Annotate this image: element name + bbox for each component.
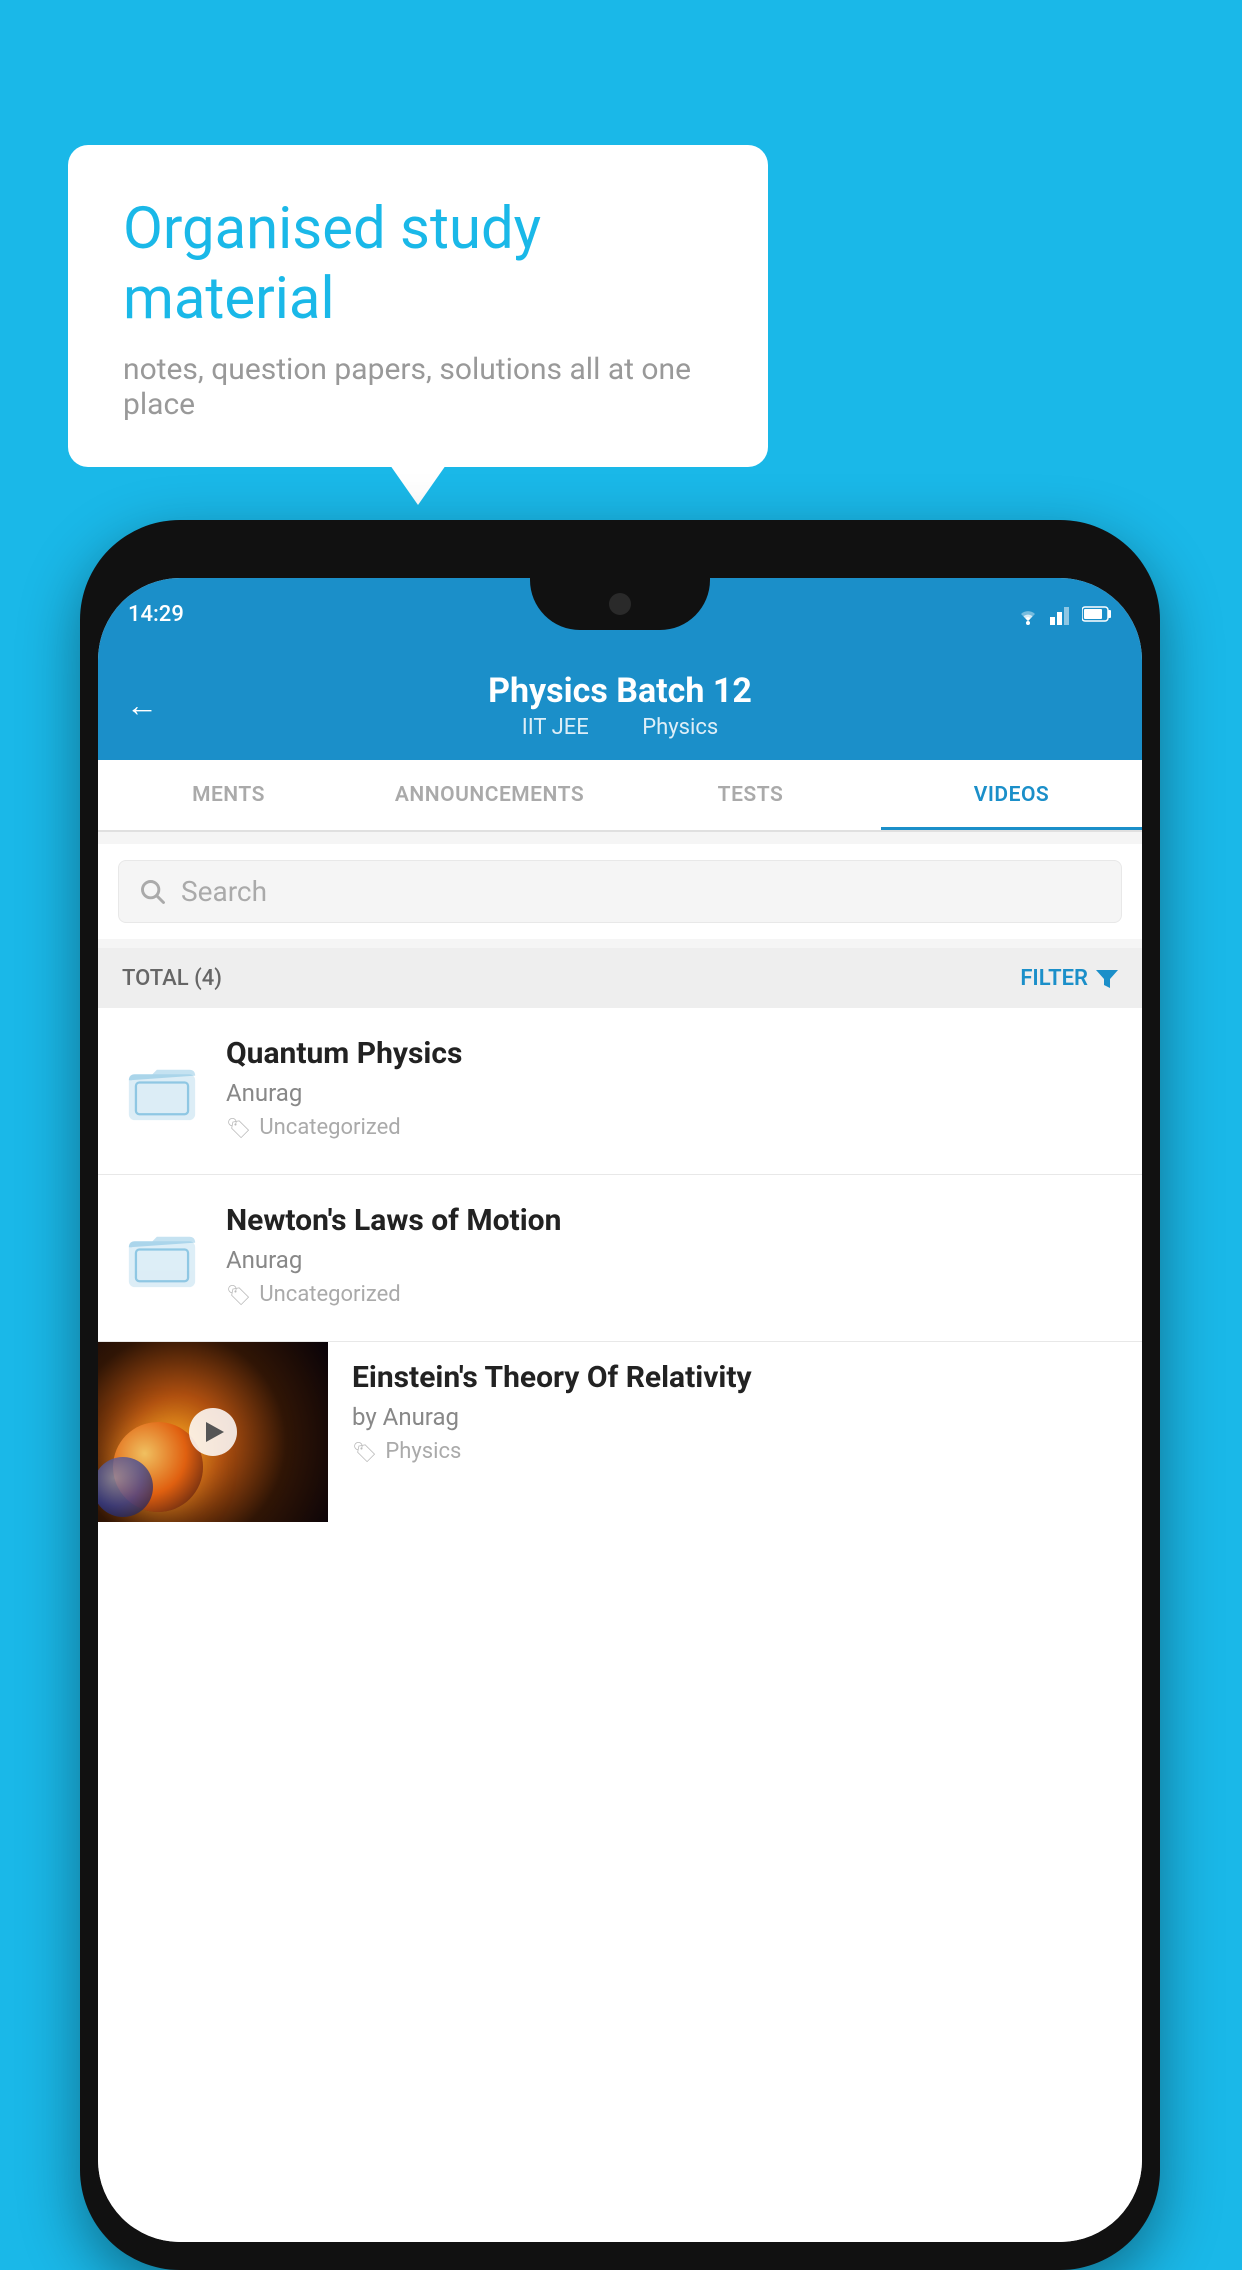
video-thumbnail-3 bbox=[98, 1342, 328, 1522]
tag-icon-2: 🏷 bbox=[226, 1283, 251, 1307]
video-author-2: Anurag bbox=[226, 1246, 1118, 1274]
video-title-1: Quantum Physics bbox=[226, 1036, 1118, 1071]
camera bbox=[609, 593, 631, 615]
search-container: Search bbox=[98, 844, 1142, 939]
video-author-3: by Anurag bbox=[352, 1403, 1142, 1431]
video-info-2: Newton's Laws of Motion Anurag 🏷 Uncateg… bbox=[226, 1203, 1118, 1307]
tab-tests[interactable]: TESTS bbox=[620, 760, 881, 830]
wifi-icon bbox=[1014, 603, 1042, 625]
notch bbox=[530, 578, 710, 630]
video-title-3: Einstein's Theory Of Relativity bbox=[352, 1360, 1142, 1395]
list-item[interactable]: Einstein's Theory Of Relativity by Anura… bbox=[98, 1342, 1142, 1550]
video-tag-3: 🏷 Physics bbox=[352, 1439, 1142, 1464]
phone-screen: 14:29 bbox=[98, 578, 1142, 2242]
video-tag-1: 🏷 Uncategorized bbox=[226, 1115, 1118, 1140]
total-count: TOTAL (4) bbox=[122, 966, 222, 991]
back-button[interactable]: ← bbox=[126, 686, 158, 724]
tag-icon-1: 🏷 bbox=[226, 1116, 251, 1140]
tabs-bar: MENTS ANNOUNCEMENTS TESTS VIDEOS bbox=[98, 760, 1142, 832]
video-tag-2: 🏷 Uncategorized bbox=[226, 1282, 1118, 1307]
video-info-1: Quantum Physics Anurag 🏷 Uncategorized bbox=[226, 1036, 1118, 1140]
signal-icon bbox=[1050, 603, 1074, 625]
subtitle-iitjee: IIT JEE bbox=[522, 715, 589, 740]
speech-bubble: Organised study material notes, question… bbox=[68, 145, 768, 467]
search-input[interactable]: Search bbox=[181, 875, 267, 908]
tab-announcements[interactable]: ANNOUNCEMENTS bbox=[359, 760, 620, 830]
video-title-2: Newton's Laws of Motion bbox=[226, 1203, 1118, 1238]
app-header: ← Physics Batch 12 IIT JEE Physics bbox=[98, 650, 1142, 760]
subtitle-physics: Physics bbox=[642, 715, 718, 740]
video-author-1: Anurag bbox=[226, 1079, 1118, 1107]
status-time: 14:29 bbox=[128, 602, 184, 627]
speech-bubble-title: Organised study material bbox=[123, 195, 713, 334]
filter-row: TOTAL (4) FILTER bbox=[98, 948, 1142, 1008]
search-input-wrapper[interactable]: Search bbox=[118, 860, 1122, 923]
content-area: Quantum Physics Anurag 🏷 Uncategorized bbox=[98, 1008, 1142, 2242]
battery-icon bbox=[1082, 605, 1112, 623]
header-title: Physics Batch 12 bbox=[488, 671, 752, 711]
tag-icon-3: 🏷 bbox=[352, 1440, 377, 1464]
status-bar: 14:29 bbox=[98, 578, 1142, 650]
filter-icon bbox=[1096, 968, 1118, 988]
speech-bubble-subtitle: notes, question papers, solutions all at… bbox=[123, 352, 713, 422]
tab-videos[interactable]: VIDEOS bbox=[881, 760, 1142, 830]
play-icon bbox=[206, 1422, 224, 1442]
phone-frame: 14:29 bbox=[80, 520, 1160, 2270]
list-item[interactable]: Newton's Laws of Motion Anurag 🏷 Uncateg… bbox=[98, 1175, 1142, 1342]
video-thumbnail-1 bbox=[122, 1036, 202, 1146]
play-button[interactable] bbox=[189, 1408, 237, 1456]
list-item[interactable]: Quantum Physics Anurag 🏷 Uncategorized bbox=[98, 1008, 1142, 1175]
folder-icon bbox=[128, 1224, 196, 1292]
filter-button[interactable]: FILTER bbox=[1020, 966, 1118, 991]
video-thumbnail-2 bbox=[122, 1203, 202, 1313]
video-info-3: Einstein's Theory Of Relativity by Anura… bbox=[352, 1342, 1142, 1464]
tab-ments[interactable]: MENTS bbox=[98, 760, 359, 830]
search-icon bbox=[139, 878, 167, 906]
status-icons bbox=[1014, 603, 1112, 625]
header-subtitle: IIT JEE Physics bbox=[510, 715, 730, 740]
folder-icon bbox=[128, 1057, 196, 1125]
